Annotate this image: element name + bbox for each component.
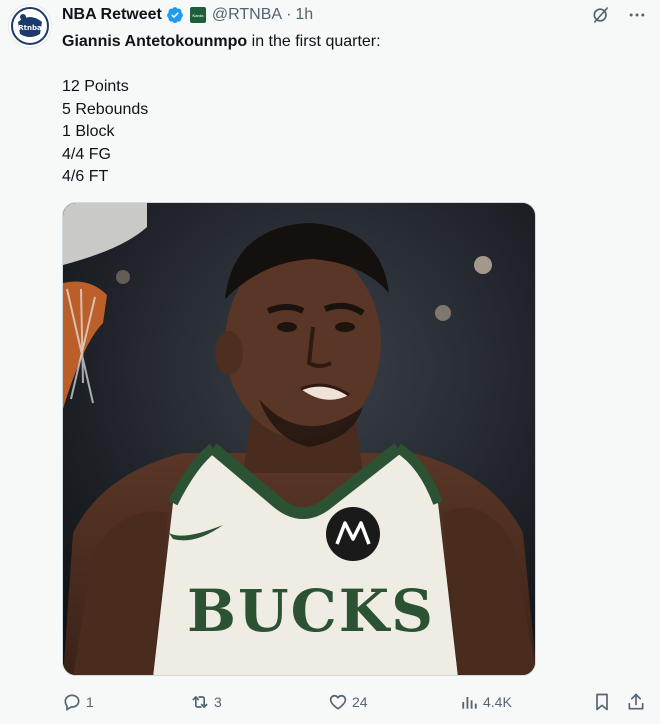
views-icon bbox=[459, 692, 479, 712]
more-icon[interactable] bbox=[626, 4, 648, 26]
display-name[interactable]: NBA Retweet bbox=[62, 6, 162, 24]
stat-rebounds: 5 Rebounds bbox=[62, 100, 149, 118]
reply-button[interactable]: 1 bbox=[62, 688, 94, 716]
reply-count: 1 bbox=[86, 694, 94, 710]
stat-fg: 4/4 FG bbox=[62, 145, 111, 163]
affiliate-badge[interactable]: Kanta bbox=[189, 7, 206, 23]
grok-icon[interactable] bbox=[590, 4, 612, 26]
heart-icon bbox=[328, 692, 348, 712]
share-button[interactable] bbox=[626, 688, 646, 716]
retweet-icon bbox=[190, 692, 210, 712]
player-mention[interactable]: Giannis Antetokounmpo bbox=[62, 33, 247, 50]
separator: · bbox=[286, 6, 292, 23]
avatar-text: Rtnba bbox=[18, 24, 42, 32]
share-icon bbox=[626, 692, 646, 712]
reply-icon bbox=[62, 692, 82, 712]
bookmark-icon bbox=[592, 692, 612, 712]
affiliate-label: Kanta bbox=[192, 12, 204, 18]
like-count: 24 bbox=[352, 694, 368, 710]
intro-rest: in the first quarter: bbox=[247, 33, 381, 50]
handle[interactable]: @RTNBA bbox=[212, 6, 282, 24]
bookmark-button[interactable] bbox=[592, 688, 612, 716]
views-button[interactable]: 4.4K bbox=[459, 688, 512, 716]
stat-ft: 4/6 FT bbox=[62, 168, 109, 185]
timestamp[interactable]: 1h bbox=[295, 6, 313, 24]
like-button[interactable]: 24 bbox=[328, 688, 368, 716]
action-bar: 1 3 24 4.4K bbox=[62, 688, 652, 716]
tweet-intro: Giannis Antetokounmpo in the first quart… bbox=[62, 31, 622, 54]
player-photo: BUCKS bbox=[63, 203, 535, 675]
verified-badge-icon bbox=[166, 6, 184, 24]
stat-points: 12 Points bbox=[62, 78, 129, 95]
top-actions bbox=[590, 2, 648, 28]
tweet-text: Giannis Antetokounmpo in the first quart… bbox=[62, 31, 622, 189]
tweet-header: NBA Retweet Kanta @RTNBA · 1h bbox=[62, 4, 580, 26]
stat-blocks: 1 Block bbox=[62, 123, 115, 140]
retweet-count: 3 bbox=[214, 694, 222, 710]
tweet[interactable]: Rtnba NBA Retweet Kanta @RTNBA · 1h Gian… bbox=[0, 0, 660, 724]
tweet-photo[interactable]: BUCKS bbox=[62, 202, 536, 676]
avatar[interactable]: Rtnba bbox=[8, 4, 52, 48]
rtnba-logo-icon: Rtnba bbox=[11, 7, 49, 45]
retweet-button[interactable]: 3 bbox=[190, 688, 222, 716]
jersey-text: BUCKS bbox=[187, 577, 435, 645]
view-count: 4.4K bbox=[483, 694, 512, 710]
